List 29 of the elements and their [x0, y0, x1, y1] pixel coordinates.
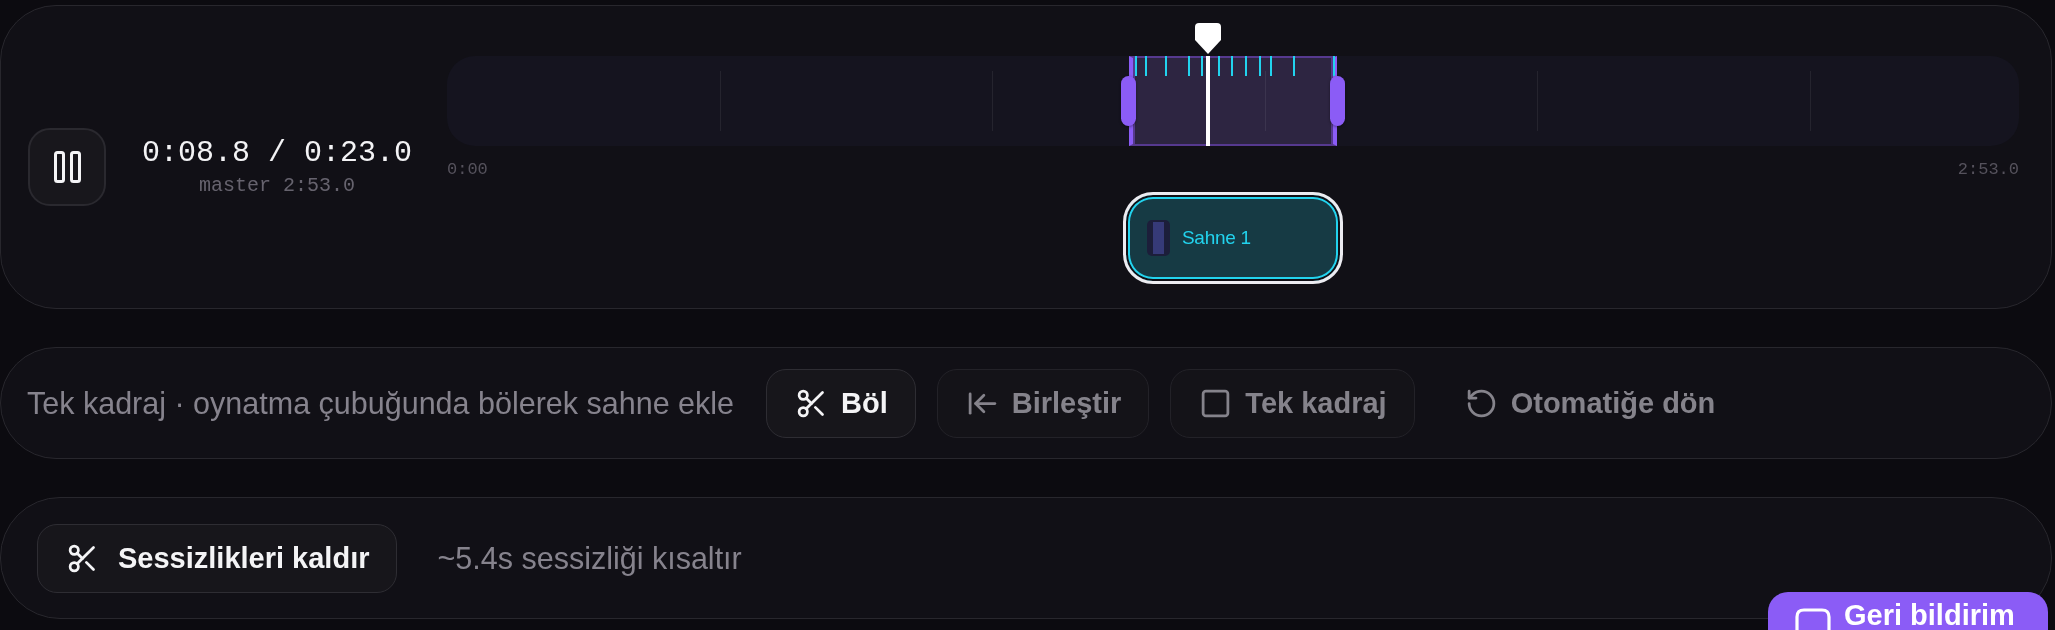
clip-thumbnail-icon — [1147, 220, 1170, 256]
tick-mark — [1145, 56, 1148, 76]
tick-mark — [1333, 56, 1336, 76]
scene-clip[interactable]: Sahne 1 — [1123, 192, 1343, 284]
tick-mark — [1270, 56, 1273, 76]
tick-mark — [1165, 56, 1168, 76]
tick-mark — [1293, 56, 1296, 76]
tick-mark — [1201, 56, 1204, 76]
master-duration: master 2:53.0 — [199, 174, 355, 198]
pause-button[interactable] — [28, 128, 106, 206]
timeline-track[interactable] — [447, 56, 2019, 146]
tick-mark — [1245, 56, 1248, 76]
playback-time: 0:08.8 / 0:23.0 — [142, 136, 413, 170]
timeline-start-time: 0:00 — [447, 160, 488, 180]
tick-mark — [1135, 56, 1138, 76]
trim-handle[interactable] — [1330, 76, 1346, 126]
outline-tool-button[interactable]: Böl — [766, 368, 916, 438]
tick-mark — [1259, 56, 1262, 76]
silence-note: ~5.4s sessizliği kısaltır — [437, 540, 742, 576]
remove-silences-button[interactable]: Sessizlikleri kaldır — [37, 523, 398, 593]
tick-mark — [1188, 56, 1191, 76]
tick-mark — [1231, 56, 1234, 76]
timeline-end-time: 2:53.0 — [1957, 160, 2019, 180]
pause-icon — [53, 151, 81, 183]
edit-hint: Tek kadraj · oynatma çubuğunda bölerek sahne ekle — [27, 385, 735, 421]
playhead-handle[interactable] — [1194, 23, 1221, 54]
trim-handle[interactable] — [1120, 76, 1136, 126]
tick-mark — [1218, 56, 1221, 76]
feedback-button[interactable]: Geri bildirim — [1768, 592, 2048, 630]
